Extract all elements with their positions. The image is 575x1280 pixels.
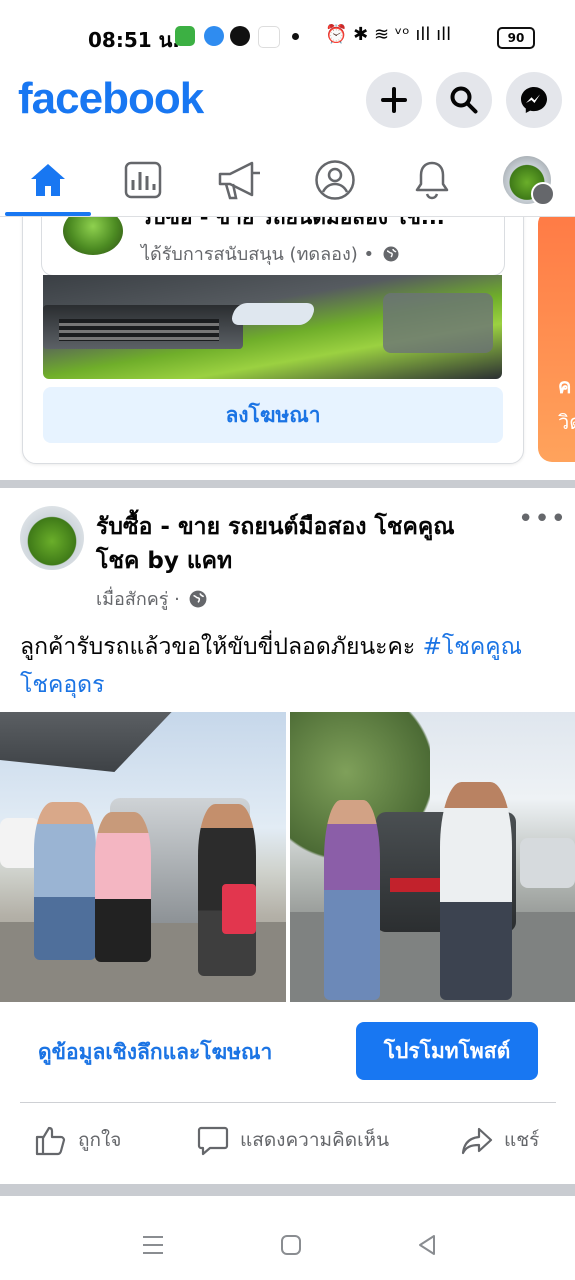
plus-icon (381, 87, 407, 113)
actions-divider (20, 1102, 556, 1103)
search-button[interactable] (436, 72, 492, 128)
avatar-menu-icon (503, 156, 555, 206)
post-caption: ลูกค้ารับรถแล้วขอให้ขับขี่ปลอดภัยนะคะ (20, 634, 423, 660)
home-nav-icon[interactable] (280, 1234, 302, 1256)
facebook-logo[interactable]: facebook (18, 74, 204, 124)
ad-page-title: รับซื้อ - ขาย รถยนต์มือสอง โช... (141, 217, 445, 229)
share-label: แชร์ (504, 1129, 540, 1151)
post-author-name[interactable]: รับซื้อ - ขาย รถยนต์มือสอง โชคคูณโชค by … (96, 510, 486, 578)
share-button[interactable]: แชร์ (460, 1120, 539, 1160)
post-photo-1[interactable] (0, 712, 286, 1002)
app-notification-icon (204, 26, 224, 46)
ad-carousel: รับซื้อ - ขาย รถยนต์มือสอง โช... ได้รับก… (0, 217, 575, 477)
app-notification-icon (175, 26, 195, 46)
globe-icon (189, 590, 207, 608)
tab-dashboard[interactable] (108, 150, 178, 210)
ad-sponsored-text: ได้รับการสนับสนุน (ทดลอง) • (141, 244, 375, 265)
peek-text: ค (558, 374, 572, 398)
post-timestamp: เมื่อสักครู่ · (96, 584, 207, 613)
home-icon (31, 164, 65, 196)
status-indicators: ⏰ ✱ ≋ ᵛᵒ ıll ıll (325, 24, 452, 45)
bell-icon (415, 161, 449, 200)
globe-icon (383, 246, 399, 262)
promote-post-button[interactable]: โปรโมทโพสต์ (356, 1022, 538, 1080)
post-photo-2[interactable] (290, 712, 575, 1002)
feed-separator (0, 480, 575, 488)
post-author-avatar[interactable] (20, 506, 84, 570)
next-ad-card-peek[interactable]: ค วิด (538, 217, 575, 462)
status-bar: 08:51 น. ⏰ ✱ ≋ ᵛᵒ ıll ıll 90 (0, 0, 575, 70)
search-icon (450, 86, 478, 114)
share-icon (461, 1127, 493, 1155)
back-nav-icon[interactable] (416, 1234, 438, 1256)
tab-profile[interactable] (300, 150, 370, 210)
messenger-icon (521, 87, 547, 113)
tab-notifications[interactable] (397, 150, 467, 210)
post-time-text: เมื่อสักครู่ · (96, 589, 180, 610)
peek-text: วิด (558, 410, 575, 434)
feed-chart-icon (124, 161, 162, 199)
view-insights-link[interactable]: ดูข้อมูลเชิงลึกและโฆษณา (38, 1036, 272, 1069)
comment-button[interactable]: แสดงความคิดเห็น (196, 1120, 389, 1160)
notification-dot-icon (292, 33, 299, 40)
post-more-options-button[interactable]: ••• (518, 504, 567, 534)
ad-sponsored-label: ได้รับการสนับสนุน (ทดลอง) • (141, 239, 399, 268)
feed-separator (0, 1184, 575, 1196)
thumbs-up-icon (35, 1126, 66, 1156)
megaphone-icon (218, 161, 260, 200)
comment-icon (197, 1126, 229, 1156)
messenger-button[interactable] (506, 72, 562, 128)
system-navigation-bar (0, 1196, 575, 1280)
tab-ads[interactable] (205, 150, 275, 210)
profile-icon (315, 160, 355, 200)
tiktok-notification-icon (258, 26, 280, 48)
like-label: ถูกใจ (78, 1129, 122, 1151)
create-button[interactable] (366, 72, 422, 128)
comment-label: แสดงความคิดเห็น (240, 1129, 390, 1151)
ad-image[interactable] (43, 275, 502, 379)
create-ad-button[interactable]: ลงโฆษณา (43, 387, 503, 443)
tab-home[interactable] (13, 150, 83, 210)
like-button[interactable]: ถูกใจ (34, 1120, 121, 1160)
tab-menu[interactable] (492, 150, 562, 210)
post-text: ลูกค้ารับรถแล้วขอให้ขับขี่ปลอดภัยนะคะ #โ… (20, 628, 565, 704)
line-notification-icon (230, 26, 250, 46)
status-time: 08:51 น. (88, 28, 180, 52)
battery-indicator: 90 (497, 27, 535, 49)
ad-card[interactable]: รับซื้อ - ขาย รถยนต์มือสอง โช... ได้รับก… (22, 217, 524, 464)
recent-apps-icon[interactable] (142, 1234, 164, 1256)
